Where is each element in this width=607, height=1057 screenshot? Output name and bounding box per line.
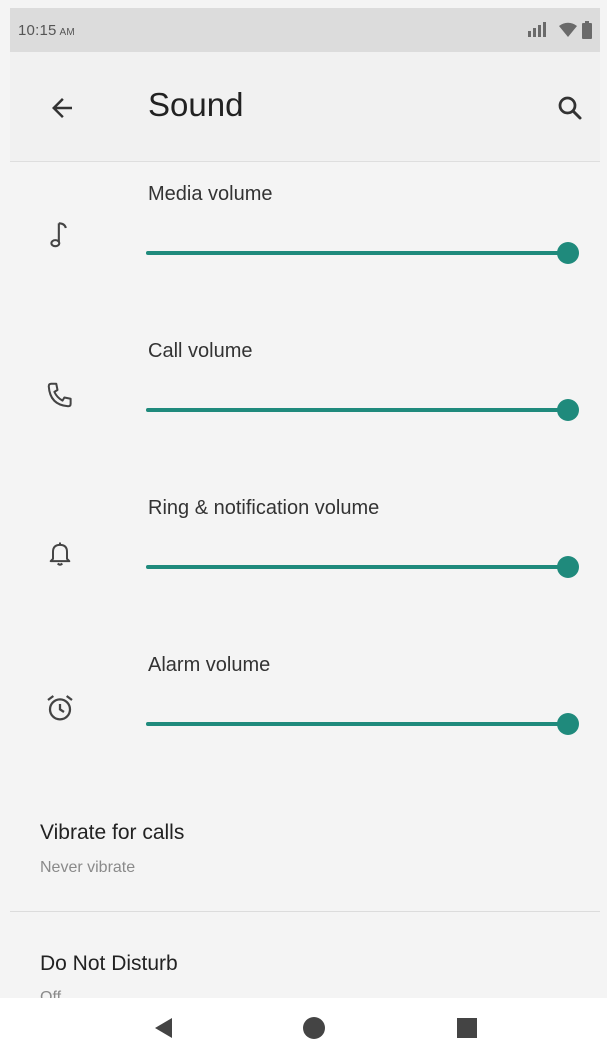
nav-back-button[interactable] (143, 1012, 183, 1044)
status-bar: 10:15 AM (10, 8, 600, 52)
do-not-disturb-item[interactable]: Do Not Disturb Off (10, 912, 600, 998)
nav-back-icon (155, 1018, 172, 1038)
do-not-disturb-title: Do Not Disturb (40, 952, 178, 975)
slider-fill (146, 251, 568, 255)
ring-volume-slider[interactable] (146, 555, 579, 579)
vibrate-for-calls-summary: Never vibrate (40, 859, 136, 876)
settings-list[interactable]: Media volume Call volume Ring & notifica… (10, 163, 600, 998)
signal-icon (528, 22, 546, 37)
search-button[interactable] (550, 88, 590, 128)
phone-icon (40, 375, 80, 415)
nav-recents-button[interactable] (447, 1012, 487, 1044)
media-volume-label: Media volume (148, 183, 273, 205)
slider-thumb[interactable] (557, 713, 579, 735)
battery-icon (582, 21, 592, 39)
vibrate-for-calls-item[interactable]: Vibrate for calls Never vibrate (10, 791, 600, 911)
navigation-bar (0, 998, 607, 1057)
slider-thumb[interactable] (557, 399, 579, 421)
do-not-disturb-summary: Off (40, 989, 62, 998)
music-note-icon (40, 215, 80, 255)
slider-fill (146, 565, 568, 569)
slider-fill (146, 408, 568, 412)
status-time-ampm: AM (59, 26, 75, 38)
call-volume-label: Call volume (148, 340, 253, 362)
alarm-clock-icon (40, 688, 80, 728)
vibrate-for-calls-title: Vibrate for calls (40, 821, 185, 844)
nav-home-icon (303, 1017, 325, 1039)
ring-volume-row: Ring & notification volume (10, 477, 600, 634)
status-icons (526, 21, 592, 39)
status-time: 10:15 AM (18, 22, 75, 39)
alarm-volume-row: Alarm volume (10, 634, 600, 791)
ring-volume-label: Ring & notification volume (148, 497, 380, 519)
back-button[interactable] (42, 88, 82, 128)
media-volume-slider[interactable] (146, 241, 579, 265)
alarm-volume-slider[interactable] (146, 712, 579, 736)
arrow-back-icon (52, 98, 72, 118)
nav-recents-icon (457, 1018, 477, 1038)
page-title: Sound (148, 86, 244, 123)
slider-fill (146, 722, 568, 726)
bell-icon (40, 533, 80, 573)
nav-home-button[interactable] (294, 1012, 334, 1044)
call-volume-slider[interactable] (146, 398, 579, 422)
sound-settings-screen: 10:15 AM Sound Media volume Call volume … (0, 0, 607, 1057)
slider-thumb[interactable] (557, 556, 579, 578)
app-bar: Sound (10, 52, 600, 162)
status-time-value: 10:15 (18, 21, 57, 39)
call-volume-row: Call volume (10, 320, 600, 477)
media-volume-row: Media volume (10, 163, 600, 320)
alarm-volume-label: Alarm volume (148, 654, 271, 676)
wifi-icon (559, 22, 577, 37)
slider-thumb[interactable] (557, 242, 579, 264)
search-icon (558, 96, 582, 120)
